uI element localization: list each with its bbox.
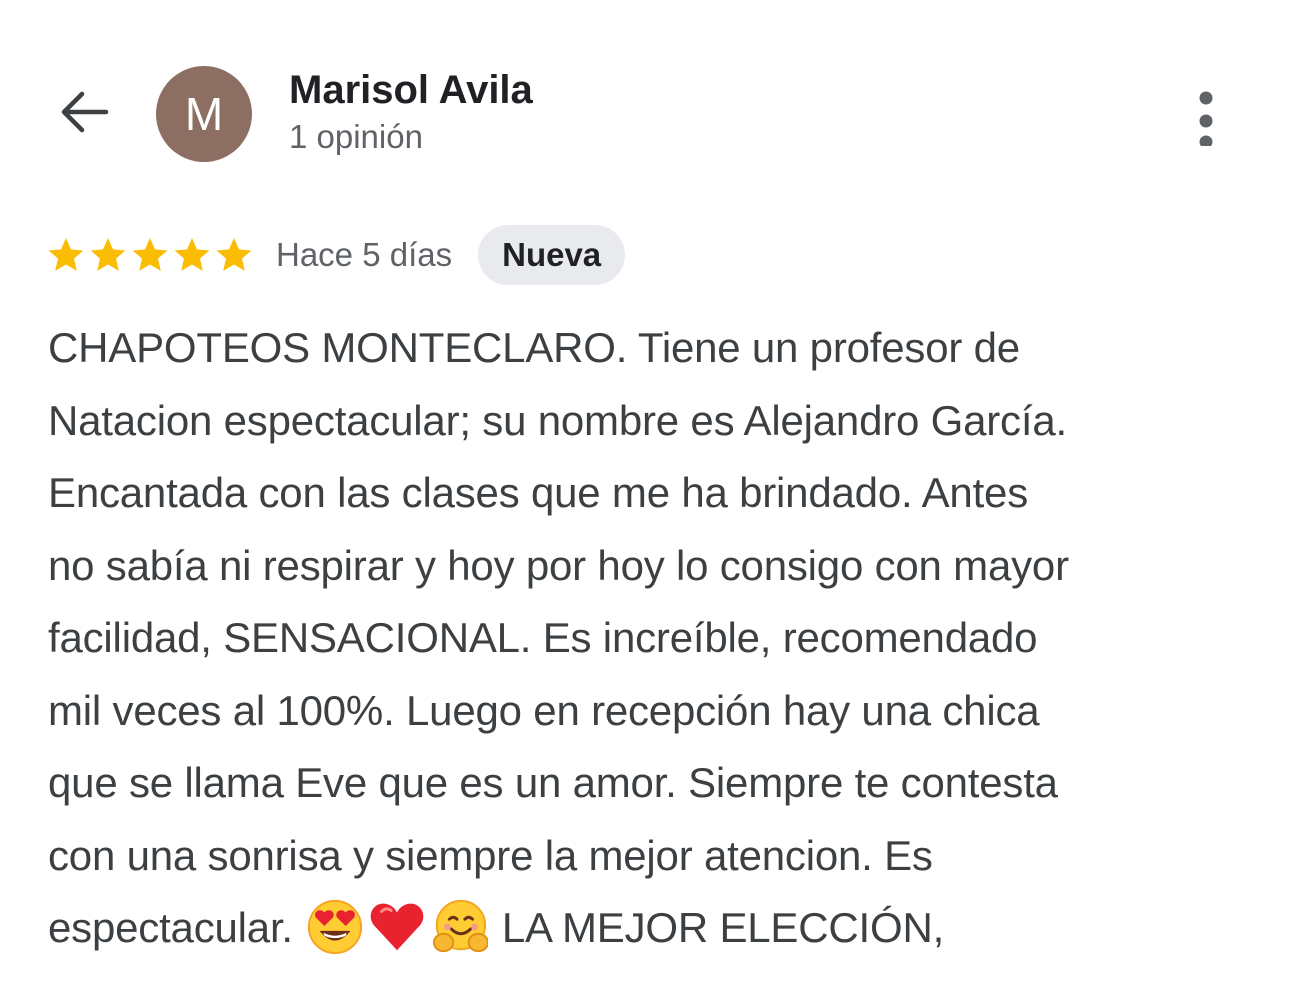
avatar-initial: M	[184, 88, 224, 140]
star-icon	[132, 238, 168, 271]
review-line: facilidad, SENSACIONAL. Es increíble, re…	[48, 614, 1038, 661]
review-text-fragment: LA MEJOR ELECCIÓN,	[501, 904, 945, 951]
red-heart-emoji	[371, 903, 424, 951]
star-icon	[90, 238, 126, 271]
review-text: CHAPOTEOS MONTECLARO. Tiene un profesor …	[48, 312, 1248, 965]
heart-eyes-emoji	[308, 899, 363, 954]
review-line: con una sonrisa y siempre la mejor atenc…	[48, 831, 933, 879]
review-date: Hace 5 días	[276, 236, 453, 273]
new-badge: Nueva	[478, 225, 626, 285]
review-line: mil veces al 100%. Luego en recepción ha…	[48, 686, 1040, 734]
back-button[interactable]	[44, 72, 124, 152]
user-name[interactable]: Marisol Avila	[289, 68, 533, 113]
review-text-fragment: espectacular.	[48, 904, 293, 951]
review-line: Encantada con las clases que me ha brind…	[48, 469, 1028, 516]
more-options-button[interactable]	[1176, 76, 1236, 156]
star-rating	[46, 235, 254, 275]
review-last-line: espectacular. LA MEJOR ELECCIÓN,	[48, 892, 1248, 965]
review-line: que se llama Eve que es un amor. Siempre…	[48, 759, 1058, 806]
star-icon	[48, 238, 84, 271]
avatar[interactable]: M	[156, 66, 252, 162]
more-vertical-icon	[1199, 91, 1213, 146]
review-line: CHAPOTEOS MONTECLARO. Tiene un profesor …	[48, 324, 1020, 371]
review-meta: Hace 5 días Nueva	[46, 224, 626, 286]
review-line: Natacion espectacular; su nombre es Alej…	[48, 396, 1067, 444]
hugging-face-emoji	[433, 899, 489, 953]
star-icon	[216, 238, 252, 271]
review-line: no sabía ni respirar y hoy por hoy lo co…	[48, 541, 1069, 589]
user-reviews-count: 1 opinión	[289, 118, 423, 155]
arrow-left-icon	[61, 91, 109, 133]
review-header: M Marisol Avila 1 opinión	[0, 0, 1290, 200]
star-icon	[174, 238, 210, 271]
